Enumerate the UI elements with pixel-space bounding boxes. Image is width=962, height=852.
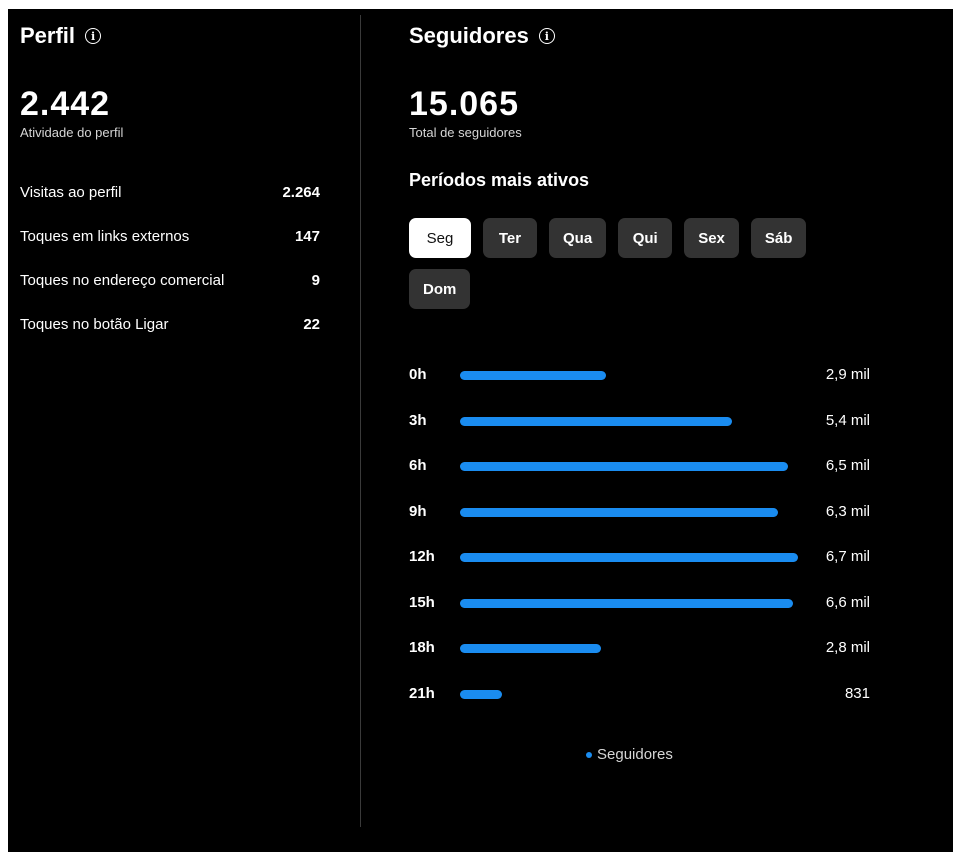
day-selector: Seg Ter Qua Qui Sex Sáb Dom	[409, 218, 879, 309]
follower-bar	[460, 644, 601, 653]
day-tab-sab[interactable]: Sáb	[750, 218, 807, 258]
legend-dot	[586, 751, 592, 758]
day-tab-sex[interactable]: Sex	[684, 218, 739, 258]
follower-bar	[460, 553, 798, 562]
chart-row: 3h 5,4 mil	[409, 401, 879, 447]
day-tab-qui[interactable]: Qui	[618, 218, 673, 258]
profile-activity-total: 2.442	[20, 85, 111, 123]
info-icon[interactable]: i	[85, 28, 102, 44]
hour-label: 0h	[409, 366, 427, 383]
info-icon[interactable]: i	[538, 28, 555, 44]
followers-header: Seguidores i	[409, 21, 879, 51]
chart-row: 21h 831	[409, 674, 879, 720]
stat-row-external-link-taps: Toques em links externos 147	[20, 214, 320, 258]
stat-label: Toques no endereço comercial	[20, 271, 225, 289]
profile-activity-caption: Atividade do perfil	[20, 125, 124, 140]
profile-title: Perfil	[20, 23, 76, 48]
stat-value: 22	[303, 315, 320, 333]
section-divider	[360, 15, 361, 827]
bar-value-label: 2,9 mil	[825, 366, 870, 383]
follower-bar	[460, 507, 778, 517]
follower-bar	[460, 689, 502, 699]
day-tab-dom[interactable]: Dom	[409, 269, 471, 309]
stat-row-address-taps: Toques no endereço comercial 9	[20, 258, 320, 302]
chart-row: 0h 2,9 mil	[409, 355, 879, 401]
follower-bar	[460, 416, 732, 426]
chart-row: 15h 6,6 mil	[409, 583, 879, 629]
bar-value-label: 6,7 mil	[825, 548, 870, 565]
stat-row-call-button-taps: Toques no botão Ligar 22	[20, 302, 320, 346]
bar-value-label: 6,6 mil	[825, 593, 870, 611]
day-tab-seg[interactable]: Seg	[409, 218, 471, 258]
chart-row: 12h 6,7 mil	[409, 537, 879, 583]
stat-value: 147	[294, 227, 320, 245]
chart-row: 9h 6,3 mil	[409, 492, 879, 538]
followers-total: 15.065	[409, 85, 519, 123]
chart-row: 18h 2,8 mil	[409, 628, 879, 674]
bar-value-label: 831	[844, 684, 870, 702]
bar-value-label: 2,8 mil	[825, 639, 870, 656]
stat-value: 9	[311, 271, 320, 289]
hour-label: 9h	[409, 502, 427, 520]
insights-panel: Perfil i 2.442 Atividade do perfil Visit…	[8, 9, 953, 852]
chart-row: 6h 6,5 mil	[409, 446, 879, 492]
hour-label: 3h	[409, 411, 427, 429]
day-tab-qua[interactable]: Qua	[549, 218, 607, 258]
hour-label: 15h	[409, 593, 435, 611]
stat-label: Toques no botão Ligar	[20, 315, 169, 333]
bar-value-label: 5,4 mil	[825, 411, 870, 429]
profile-stats-list: Visitas ao perfil 2.264 Toques em links …	[20, 170, 320, 346]
stat-label: Toques em links externos	[20, 227, 190, 245]
hour-label: 12h	[409, 548, 435, 565]
chart-legend: Seguidores	[586, 746, 673, 763]
followers-title: Seguidores	[409, 23, 529, 48]
stat-label: Visitas ao perfil	[20, 183, 122, 201]
active-periods-title: Períodos mais ativos	[409, 170, 590, 190]
followers-total-caption: Total de seguidores	[409, 125, 522, 140]
hour-label: 6h	[409, 457, 427, 474]
follower-bar	[460, 462, 788, 471]
stat-value: 2.264	[282, 183, 320, 201]
active-hours-chart: 0h 2,9 mil 3h 5,4 mil 6h 6,5 mil 9h 6,3 mil 12h 6…	[409, 355, 879, 719]
bar-value-label: 6,5 mil	[825, 457, 870, 474]
bar-value-label: 6,3 mil	[825, 502, 870, 520]
follower-bar	[460, 371, 606, 380]
profile-section: Perfil i 2.442 Atividade do perfil Visit…	[20, 9, 320, 346]
followers-section: Seguidores i 15.065 Total de seguidores …	[409, 9, 879, 763]
day-tab-ter[interactable]: Ter	[483, 218, 537, 258]
hour-label: 18h	[409, 639, 435, 656]
stat-row-profile-visits: Visitas ao perfil 2.264	[20, 170, 320, 214]
profile-header: Perfil i	[20, 21, 320, 51]
legend-label: Seguidores	[597, 746, 673, 763]
hour-label: 21h	[409, 684, 435, 702]
follower-bar	[460, 598, 793, 608]
